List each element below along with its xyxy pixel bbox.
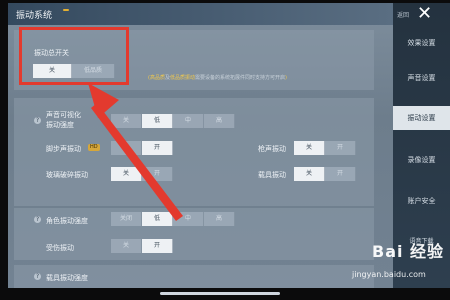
hit-option-off[interactable]: 关 [111, 239, 142, 253]
footstep-hd-badge: HD [88, 144, 100, 151]
page-title: 振动系统 [16, 11, 53, 21]
home-indicator[interactable] [160, 292, 280, 295]
character-option-high[interactable]: 高 [204, 212, 235, 226]
screen-bezel-left [0, 0, 8, 300]
sound-viz-option-mid[interactable]: 中 [173, 114, 204, 128]
footstep-vibration-label: 脚步声振动 [46, 145, 81, 153]
sound-viz-option-off[interactable]: 关 [111, 114, 142, 128]
footstep-vibration-toggle[interactable]: 关 开 [111, 141, 173, 155]
sound-viz-option-low[interactable]: 低 [142, 114, 173, 128]
baidu-jingyan-logo: Bai 经验 [372, 242, 445, 261]
return-label[interactable]: 返回 [397, 10, 409, 19]
master-switch-note: (高品质及低品质振动需要设备的系统拓展件同时支持方可开启) [148, 74, 287, 81]
vehicle-vibration-label: 载具振动 [258, 171, 286, 179]
vehicle-vibration-toggle[interactable]: 关 开 [294, 167, 356, 181]
sound-viz-label-line2: 振动强度 [46, 121, 74, 129]
glass-option-on[interactable]: 开 [142, 167, 173, 181]
character-option-mid[interactable]: 中 [173, 212, 204, 226]
gunshot-option-off[interactable]: 关 [294, 141, 325, 155]
close-icon[interactable]: ✕ [417, 3, 432, 24]
glass-break-vibration-label: 玻璃破碎振动 [46, 171, 88, 179]
note-requirement: 需要设备的系统拓展件同时支持方可开启 [195, 75, 286, 81]
sidebar-item-sound[interactable]: 声音设置 [393, 66, 450, 90]
sidebar-item-effects[interactable]: 效果设置 [393, 31, 450, 55]
gunshot-vibration-toggle[interactable]: 关 开 [294, 141, 356, 155]
gunshot-option-on[interactable]: 开 [325, 141, 356, 155]
character-intensity-label: 角色振动强度 [46, 217, 88, 225]
sidebar-item-account-security[interactable]: 账户安全 [393, 189, 450, 213]
note-close-paren: ) [285, 75, 287, 81]
info-icon[interactable]: ? [34, 216, 41, 223]
sound-viz-label-line1: 声音可视化 [46, 111, 81, 119]
note-low-quality-vibration: 低品质振动 [169, 75, 195, 81]
sound-viz-option-high[interactable]: 高 [204, 114, 235, 128]
note-high-quality: 高品质 [149, 75, 165, 81]
title-bar: 振动系统 [8, 3, 393, 25]
sound-viz-intensity-segmented[interactable]: 关 低 中 高 [111, 114, 235, 128]
character-option-off[interactable]: 关闭 [111, 212, 142, 226]
hit-vibration-toggle[interactable]: 关 开 [111, 239, 173, 253]
info-icon[interactable]: ? [34, 273, 41, 280]
sidebar-item-recording[interactable]: 录像设置 [393, 148, 450, 172]
hit-vibration-label: 受伤振动 [46, 244, 74, 252]
partial-row-label: 载具振动强度 [46, 274, 88, 282]
vehicle-option-off[interactable]: 关 [294, 167, 325, 181]
character-option-low[interactable]: 低 [142, 212, 173, 226]
info-icon[interactable]: ? [34, 117, 41, 124]
footstep-option-off[interactable]: 关 [111, 141, 142, 155]
footstep-option-on[interactable]: 开 [142, 141, 173, 155]
character-intensity-segmented[interactable]: 关闭 低 中 高 [111, 212, 235, 226]
watermark-url: jingyan.baidu.com [352, 270, 426, 279]
glass-break-vibration-toggle[interactable]: 关 开 [111, 167, 173, 181]
glass-option-off[interactable]: 关 [111, 167, 142, 181]
vehicle-option-on[interactable]: 开 [325, 167, 356, 181]
hit-option-on[interactable]: 开 [142, 239, 173, 253]
highlight-box [19, 27, 129, 85]
sidebar-item-vibration[interactable]: 振动设置 [393, 106, 450, 130]
gunshot-vibration-label: 枪声振动 [258, 145, 286, 153]
title-badge [63, 9, 69, 11]
